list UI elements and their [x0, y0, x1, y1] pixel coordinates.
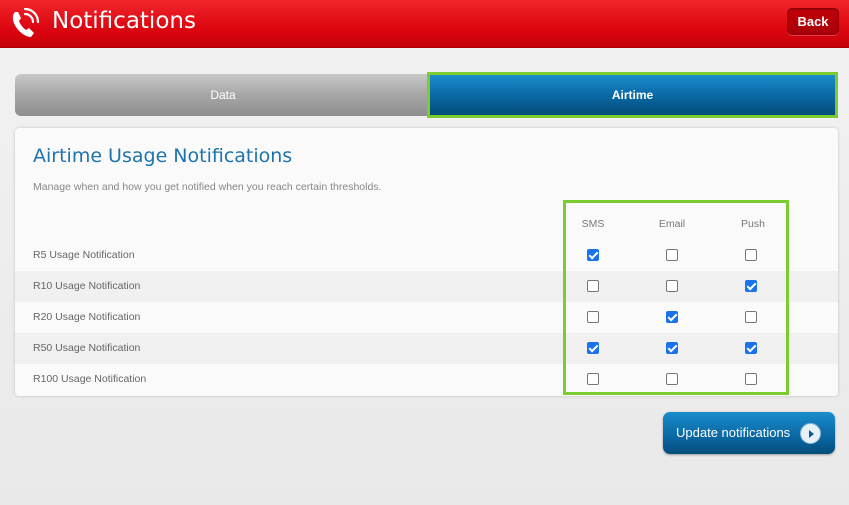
- column-header-sms: SMS: [581, 218, 605, 230]
- sms-checkbox[interactable]: [587, 280, 599, 292]
- email-checkbox[interactable]: [666, 311, 678, 323]
- tab-airtime[interactable]: Airtime: [427, 72, 838, 118]
- table-row: R100 Usage Notification: [15, 364, 838, 395]
- row-label: R100 Usage Notification: [33, 373, 147, 385]
- sms-checkbox[interactable]: [587, 249, 599, 261]
- notifications-panel: Airtime Usage Notifications Manage when …: [15, 128, 838, 396]
- email-checkbox[interactable]: [666, 280, 678, 292]
- table-row: R20 Usage Notification: [15, 302, 838, 333]
- table-row: R10 Usage Notification: [15, 271, 838, 302]
- panel-title: Airtime Usage Notifications: [33, 145, 293, 167]
- update-notifications-label: Update notifications: [676, 425, 791, 440]
- sms-checkbox[interactable]: [587, 373, 599, 385]
- column-header-email: Email: [658, 218, 686, 230]
- sms-checkbox[interactable]: [587, 311, 599, 323]
- email-checkbox[interactable]: [666, 249, 678, 261]
- tab-bar: Data Airtime: [15, 72, 838, 118]
- column-header-push: Push: [741, 218, 765, 230]
- back-button[interactable]: Back: [787, 8, 839, 35]
- email-checkbox[interactable]: [666, 342, 678, 354]
- panel-subtitle: Manage when and how you get notified whe…: [33, 181, 382, 193]
- push-checkbox[interactable]: [745, 249, 757, 261]
- push-checkbox[interactable]: [745, 280, 757, 292]
- tab-data[interactable]: Data: [15, 74, 431, 116]
- phone-icon: [12, 7, 40, 37]
- row-label: R10 Usage Notification: [33, 280, 141, 292]
- row-label: R20 Usage Notification: [33, 311, 141, 323]
- update-notifications-button[interactable]: Update notifications: [663, 412, 835, 454]
- table-row: R50 Usage Notification: [15, 333, 838, 364]
- table-row: R5 Usage Notification: [15, 240, 838, 271]
- row-label: R50 Usage Notification: [33, 342, 141, 354]
- app-header: Notifications Back: [0, 0, 849, 48]
- email-checkbox[interactable]: [666, 373, 678, 385]
- push-checkbox[interactable]: [745, 342, 757, 354]
- row-label: R5 Usage Notification: [33, 249, 135, 261]
- sms-checkbox[interactable]: [587, 342, 599, 354]
- page-title: Notifications: [52, 8, 196, 34]
- push-checkbox[interactable]: [745, 311, 757, 323]
- chevron-right-icon: [800, 423, 821, 444]
- push-checkbox[interactable]: [745, 373, 757, 385]
